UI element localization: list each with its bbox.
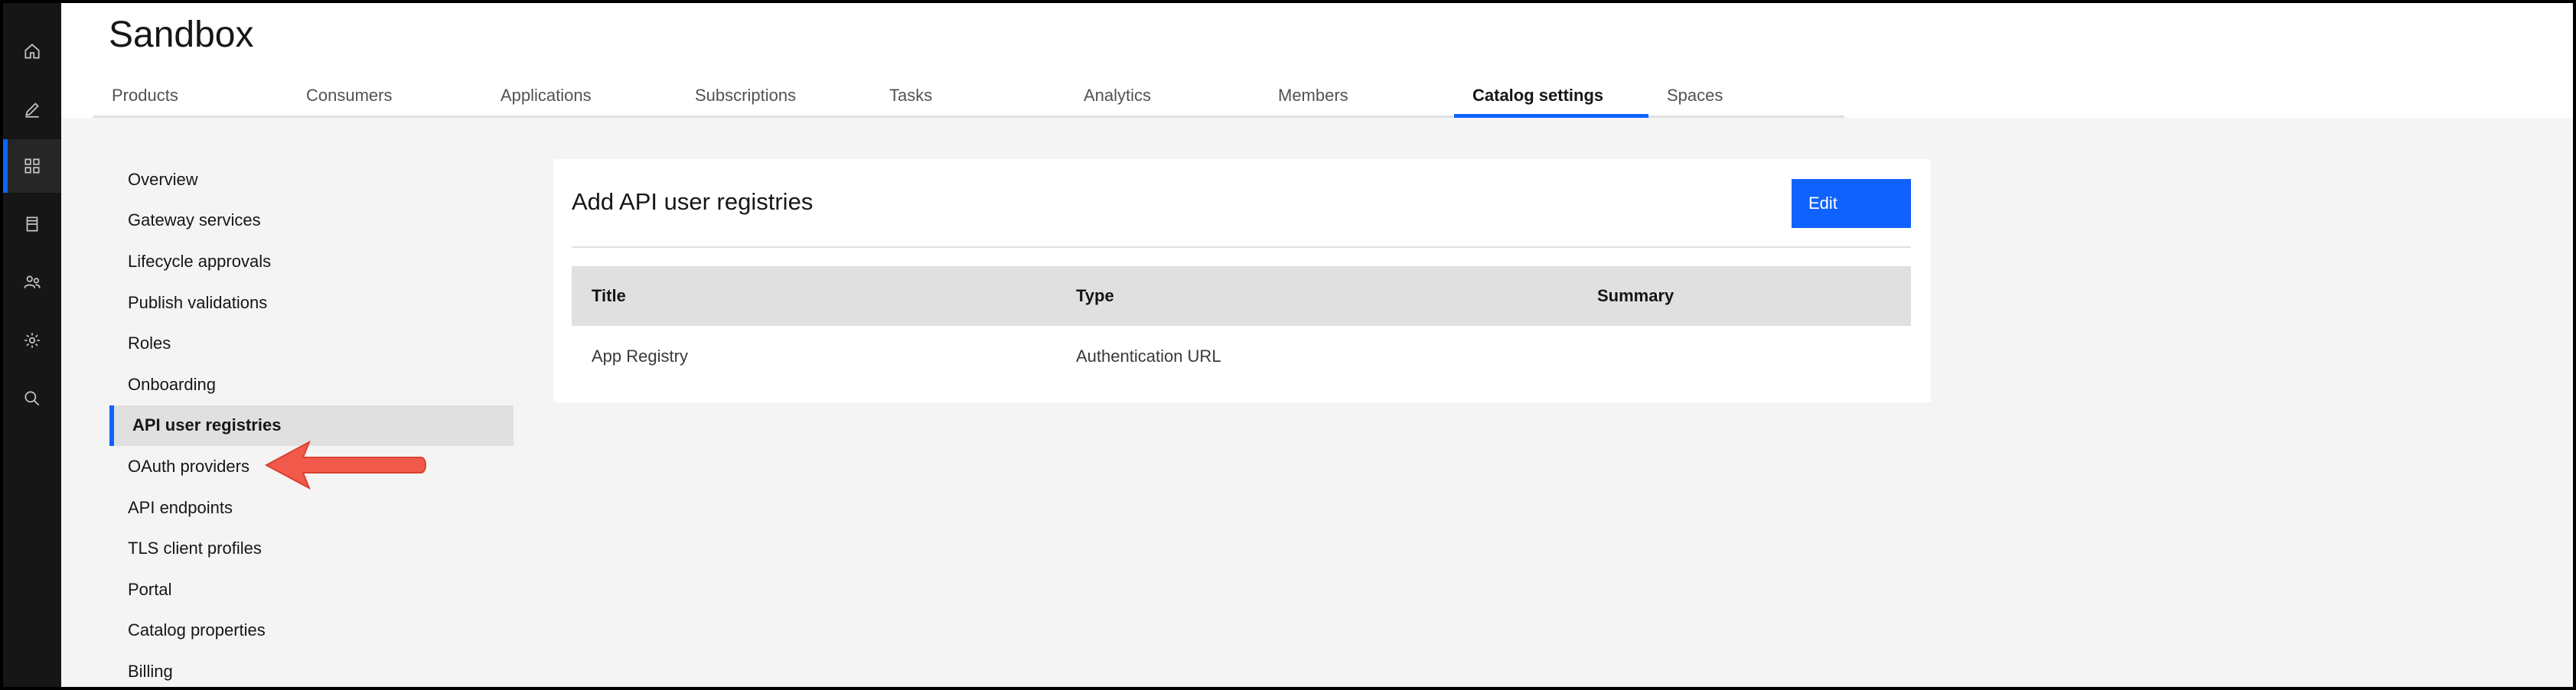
cell-summary: [1577, 326, 1911, 387]
dashboard-icon: [24, 158, 40, 174]
tab-analytics[interactable]: Analytics: [1065, 72, 1260, 118]
rail-settings[interactable]: [3, 314, 61, 367]
card-title: Add API user registries: [572, 188, 814, 215]
column-header-title[interactable]: Title: [572, 266, 1056, 326]
rail-members[interactable]: [3, 255, 61, 309]
sidenav-item-tls-client-profiles[interactable]: TLS client profiles: [109, 528, 514, 569]
tab-subscriptions[interactable]: Subscriptions: [677, 72, 871, 118]
tab-spaces[interactable]: Spaces: [1648, 72, 1844, 118]
rail-home[interactable]: [3, 24, 61, 78]
edit-button[interactable]: Edit: [1792, 179, 1911, 228]
tab-consumers[interactable]: Consumers: [288, 72, 482, 118]
edit-icon: [25, 103, 39, 118]
page-title: Sandbox: [109, 15, 254, 55]
sidenav-item-lifecycle-approvals[interactable]: Lifecycle approvals: [109, 241, 514, 282]
annotation-arrow-icon: [264, 440, 426, 490]
settings-icon: [24, 333, 40, 348]
tab-bar: Products Consumers Applications Subscrip…: [93, 72, 1844, 118]
column-header-summary[interactable]: Summary: [1577, 266, 1911, 326]
home-icon: [24, 44, 40, 59]
page-header: Sandbox Products Consumers Applications …: [61, 3, 2573, 118]
sidenav-item-overview[interactable]: Overview: [109, 159, 514, 200]
column-header-type[interactable]: Type: [1056, 266, 1577, 326]
icon-rail: [3, 3, 61, 687]
cell-title: App Registry: [592, 347, 688, 366]
tab-products[interactable]: Products: [93, 72, 288, 118]
divider: [572, 246, 1911, 248]
rail-search[interactable]: [3, 372, 61, 425]
sidenav-item-billing[interactable]: Billing: [109, 651, 514, 687]
table-header-row: Title Type Summary: [572, 266, 1911, 326]
sidenav-item-gateway-services[interactable]: Gateway services: [109, 200, 514, 242]
tab-applications[interactable]: Applications: [482, 72, 677, 118]
sidenav-item-onboarding[interactable]: Onboarding: [109, 364, 514, 405]
sidenav-item-roles[interactable]: Roles: [109, 323, 514, 364]
sidenav-item-publish-validations[interactable]: Publish validations: [109, 282, 514, 324]
tab-members[interactable]: Members: [1260, 72, 1454, 118]
registries-table: Title Type Summary App Registry Authenti…: [572, 266, 1911, 387]
rail-manage[interactable]: [3, 139, 61, 193]
tab-catalog-settings[interactable]: Catalog settings: [1454, 72, 1648, 118]
settings-sidenav: Overview Gateway services Lifecycle appr…: [109, 159, 514, 687]
sidenav-item-portal[interactable]: Portal: [109, 569, 514, 610]
sidenav-item-api-endpoints[interactable]: API endpoints: [109, 487, 514, 529]
table-row[interactable]: App Registry Authentication URL: [572, 326, 1911, 387]
app-frame: Sandbox Products Consumers Applications …: [3, 3, 2573, 687]
rail-develop[interactable]: [3, 83, 61, 136]
sidenav-item-catalog-properties[interactable]: Catalog properties: [109, 610, 514, 652]
user-registries-card: Add API user registries Edit Title Type …: [553, 159, 1931, 402]
members-icon: [24, 275, 41, 288]
cell-type: Authentication URL: [1076, 347, 1221, 366]
search-icon: [24, 391, 40, 406]
rail-catalog[interactable]: [3, 197, 61, 251]
catalog-icon: [26, 216, 38, 232]
tab-tasks[interactable]: Tasks: [871, 72, 1065, 118]
